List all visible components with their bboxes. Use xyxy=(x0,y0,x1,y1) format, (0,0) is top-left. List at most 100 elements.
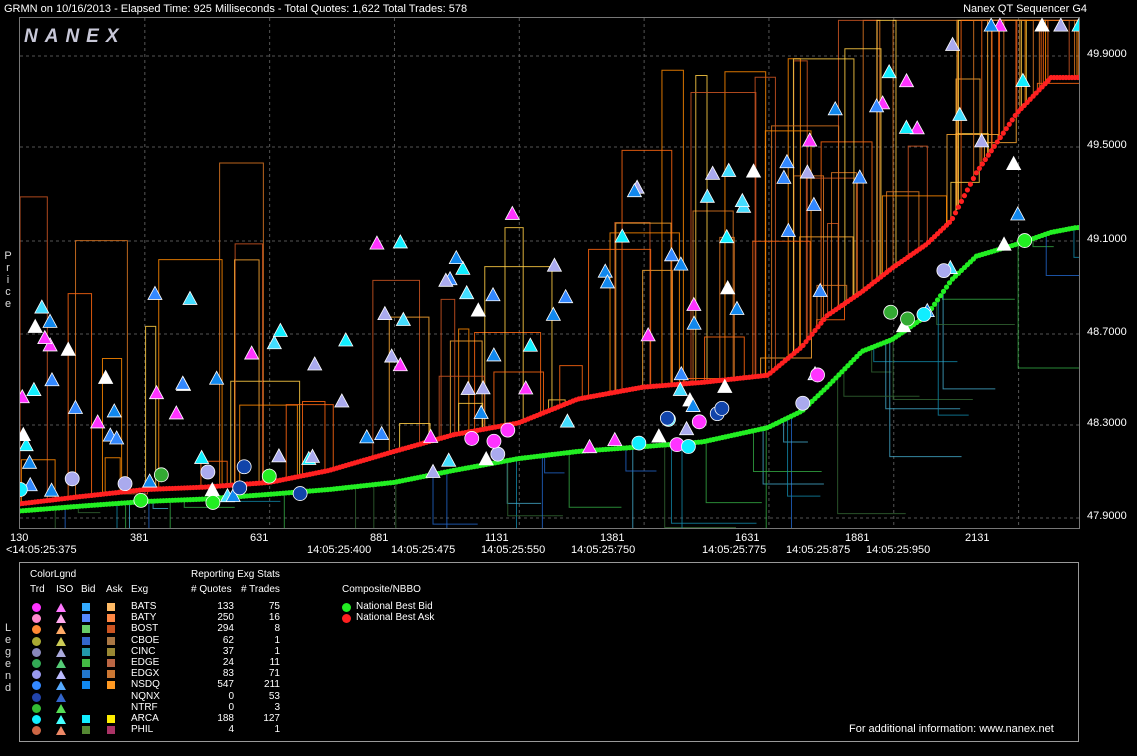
trade-dot-icon xyxy=(32,636,41,646)
nbbo-label: National Best Ask xyxy=(356,612,435,623)
ask-quote-line xyxy=(588,248,652,398)
ask-swatch xyxy=(107,659,115,667)
trade-triangle-marker xyxy=(557,288,574,304)
x-tick-label: 130 xyxy=(10,532,29,544)
iso-triangle-icon xyxy=(56,692,66,702)
trade-triangle-marker xyxy=(1015,72,1031,87)
bid-quote-line xyxy=(544,455,565,474)
best-ask-dot xyxy=(982,156,988,163)
trade-circle-marker xyxy=(153,467,169,483)
ask-quote-line xyxy=(615,222,672,393)
best-ask-dot xyxy=(955,204,962,210)
trade-dot-icon xyxy=(32,614,41,624)
exchange-name: CINC xyxy=(131,645,156,657)
best-ask-dot xyxy=(970,175,977,182)
trade-triangle-marker xyxy=(460,380,476,395)
time-tick-label: 14:05:25:475 xyxy=(391,544,456,556)
iso-triangle-icon xyxy=(56,625,66,635)
trade-circle-marker xyxy=(205,495,221,510)
y-tick-label: 47.9000 xyxy=(1087,510,1127,522)
trade-triangle-marker xyxy=(546,257,563,272)
trade-triangle-marker xyxy=(34,299,50,314)
iso-triangle-icon xyxy=(56,659,66,668)
best-ask-dot xyxy=(952,210,959,216)
trade-triangle-marker xyxy=(806,196,822,211)
trade-circle-marker xyxy=(232,480,248,496)
trade-triangle-marker xyxy=(734,192,750,208)
trade-circle-marker xyxy=(883,304,899,320)
best-ask-dot xyxy=(967,181,974,187)
time-tick-label: 14:05:25:875 xyxy=(786,544,851,556)
trade-count: 8 xyxy=(274,623,280,635)
x-tick-label: 631 xyxy=(250,532,269,544)
trade-triangle-marker xyxy=(147,285,163,300)
stats-trades-header: # Trades xyxy=(241,584,280,595)
trade-triangle-marker xyxy=(614,228,630,243)
best-ask-dot xyxy=(1006,121,1012,127)
ask-quote-line xyxy=(719,236,735,381)
trade-triangle-marker xyxy=(802,132,818,147)
time-tick-label: 14:05:25:950 xyxy=(866,544,931,556)
x-tick-label: 881 xyxy=(370,532,389,544)
iso-triangle-icon xyxy=(56,636,66,646)
trade-triangle-marker xyxy=(182,290,198,305)
best-ask-dot xyxy=(997,134,1003,141)
y-axis-label: Price xyxy=(4,250,12,310)
y-tick-label: 49.5000 xyxy=(1087,139,1127,151)
time-tick-label: 14:05:25:775 xyxy=(702,544,767,556)
trade-count: 71 xyxy=(268,668,280,680)
best-ask-dot xyxy=(1003,126,1009,132)
trade-circle-marker xyxy=(200,464,216,480)
exchange-name: BATY xyxy=(131,612,157,624)
trade-circle-marker xyxy=(714,401,730,416)
bid-quote-line xyxy=(625,447,657,472)
iso-triangle-icon xyxy=(56,726,66,736)
bid-quote-line xyxy=(873,346,958,363)
ask-quote-line xyxy=(388,316,430,453)
trade-triangle-marker xyxy=(745,163,762,178)
trade-triangle-marker xyxy=(559,413,576,428)
trade-triangle-marker xyxy=(640,327,656,342)
bid-quote-line xyxy=(1045,234,1079,277)
plot-area xyxy=(19,17,1080,529)
bid-swatch xyxy=(82,659,90,667)
trade-triangle-marker xyxy=(852,169,868,184)
best-bid-dot xyxy=(940,288,947,294)
ask-quote-line xyxy=(145,325,157,490)
bid-quote-line xyxy=(765,427,767,528)
trade-count: 3 xyxy=(274,701,280,713)
bid-swatch xyxy=(82,625,90,634)
trade-triangle-marker xyxy=(334,393,350,408)
ask-swatch xyxy=(107,614,115,623)
trade-dot-icon xyxy=(32,647,41,657)
trade-triangle-marker xyxy=(827,100,843,116)
trade-triangle-marker xyxy=(243,345,260,360)
best-ask-dot xyxy=(964,187,971,193)
price-chart xyxy=(20,18,1079,528)
trade-triangle-marker xyxy=(459,284,475,300)
footer-link[interactable]: For additional information: www.nanex.ne… xyxy=(849,723,1054,735)
ask-quote-line xyxy=(67,293,93,499)
trade-triangle-marker xyxy=(799,164,816,179)
best-ask-dot xyxy=(976,165,982,171)
time-tick-label: 14:05:25:750 xyxy=(571,544,636,556)
nanex-logo: NANEX xyxy=(24,26,126,47)
exchange-name: NSDQ xyxy=(131,679,160,691)
trade-triangle-marker xyxy=(470,302,486,317)
ask-quote-line xyxy=(75,240,128,498)
trade-triangle-marker xyxy=(729,300,745,315)
trade-triangle-marker xyxy=(779,153,795,169)
trade-triangle-marker xyxy=(377,305,393,321)
trade-count: 75 xyxy=(268,601,280,612)
trade-triangle-marker xyxy=(776,169,792,184)
bid-quote-line xyxy=(446,471,448,528)
trade-triangle-marker xyxy=(545,306,562,321)
trade-circle-marker xyxy=(631,435,647,451)
trade-triangle-marker xyxy=(43,482,60,497)
x-tick-label: 381 xyxy=(130,532,149,544)
colorlgnd-title: ColorLgnd xyxy=(30,569,77,580)
quote-count: 24 xyxy=(222,657,234,668)
trade-dot-icon xyxy=(32,703,41,713)
trade-triangle-marker xyxy=(148,384,165,400)
ask-quote-line xyxy=(752,240,811,377)
